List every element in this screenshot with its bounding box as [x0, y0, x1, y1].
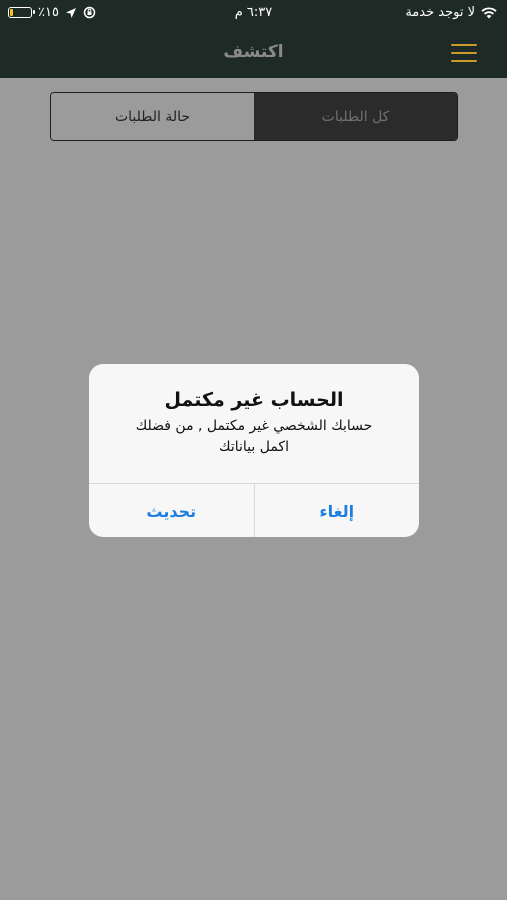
page-title: اكتشف — [223, 42, 284, 62]
cancel-button[interactable]: إلغاء — [255, 484, 420, 537]
status-right: لا توجد خدمة — [405, 5, 497, 20]
incomplete-account-alert: الحساب غير مكتمل حسابك الشخصي غير مكتمل … — [89, 364, 419, 537]
requests-segmented-control: كل الطلبات حالة الطلبات — [50, 92, 458, 141]
alert-actions: إلغاء تحديث — [89, 483, 419, 537]
alert-message-line-2: اكمل بياناتك — [219, 439, 289, 455]
hamburger-menu-icon[interactable] — [451, 44, 477, 62]
carrier-label: لا توجد خدمة — [405, 5, 475, 20]
alert-title: الحساب غير مكتمل — [164, 389, 344, 411]
update-button[interactable]: تحديث — [89, 484, 255, 537]
wifi-icon — [481, 6, 497, 18]
tab-all-requests[interactable]: كل الطلبات — [254, 93, 457, 140]
navigation-bar: اكتشف — [0, 28, 507, 78]
alert-message: حسابك الشخصي غير مكتمل , من فضلك اكمل بي… — [119, 416, 389, 458]
status-bar: ٪١٥ ٦:٣٧ م لا توجد خدمة — [0, 0, 507, 28]
tab-requests-status[interactable]: حالة الطلبات — [51, 93, 254, 140]
alert-message-line-1: حسابك الشخصي غير مكتمل , من فضلك — [135, 418, 373, 434]
